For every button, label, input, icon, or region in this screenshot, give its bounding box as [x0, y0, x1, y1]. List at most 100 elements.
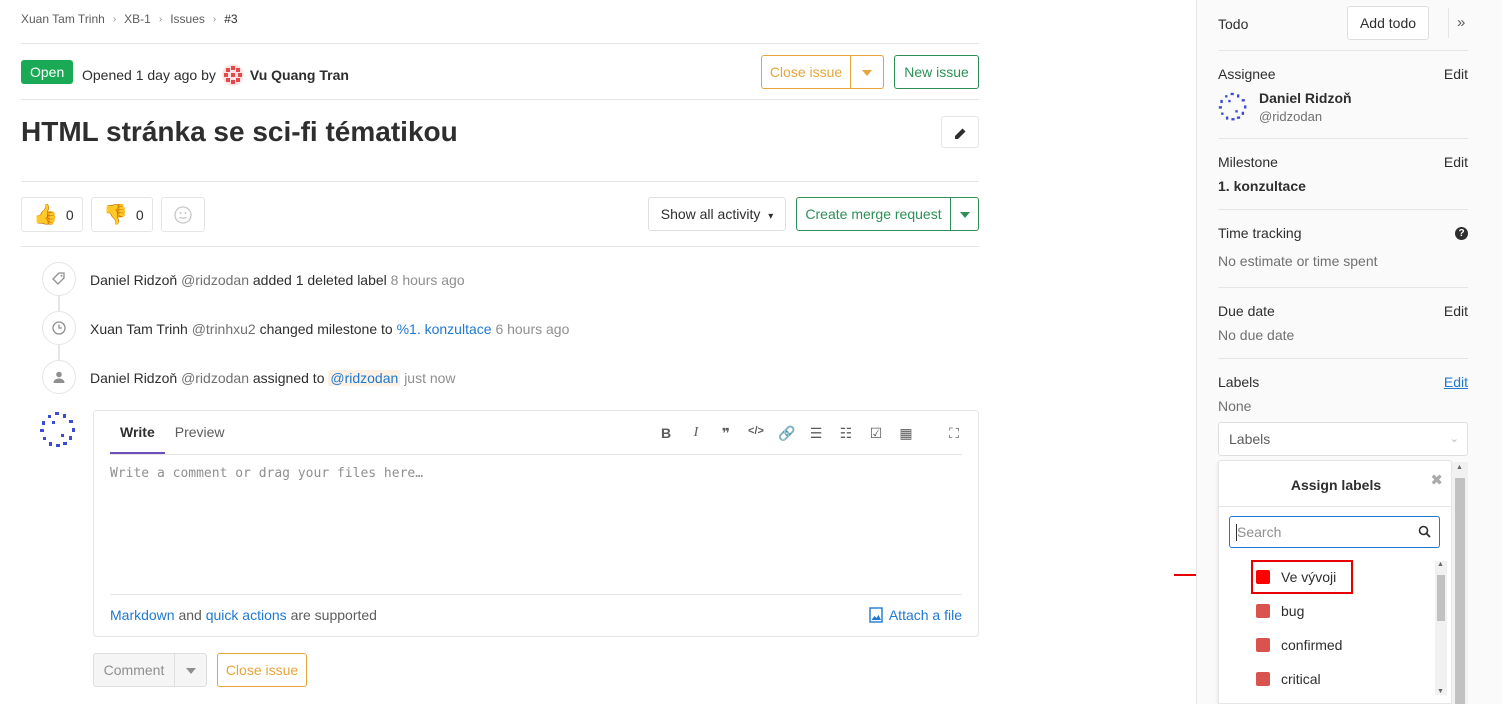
note-time[interactable]: just now	[404, 370, 455, 386]
scroll-down-icon[interactable]: ▼	[1437, 688, 1444, 695]
code-icon[interactable]: </>	[748, 425, 764, 442]
breadcrumb-current[interactable]: #3	[224, 12, 237, 26]
author-link[interactable]: Vu Quang Tran	[250, 67, 349, 83]
issue-sidebar: Todo Add todo » Assignee Edit Daniel Rid…	[1196, 0, 1502, 704]
label-option-critical[interactable]: critical	[1256, 671, 1321, 687]
note-handle: @ridzodan	[181, 272, 249, 288]
divider	[21, 43, 979, 44]
merge-request-dropdown-toggle[interactable]	[950, 197, 979, 231]
assignee-handle: @ridzodan	[1259, 109, 1323, 124]
labels-edit-link[interactable]: Edit	[1444, 374, 1468, 390]
thumbsup-award-button[interactable]: 👍 0	[21, 197, 83, 232]
timeline-note: Daniel Ridzoň @ridzodan assigned to @rid…	[90, 370, 456, 386]
scrollbar-thumb[interactable]	[1455, 478, 1465, 704]
label-name: bug	[1281, 603, 1305, 619]
smiley-icon	[174, 205, 192, 224]
breadcrumb-user[interactable]: Xuan Tam Trinh	[21, 12, 105, 26]
sidebar-scrollbar[interactable]: ▲	[1452, 462, 1468, 704]
label-option-bug[interactable]: bug	[1256, 603, 1304, 619]
search-icon	[1418, 525, 1431, 538]
divider	[21, 181, 979, 182]
chevron-right-icon: ›	[112, 13, 117, 25]
user-mention[interactable]: @ridzodan	[328, 370, 401, 386]
breadcrumb-project[interactable]: XB-1	[124, 12, 151, 26]
assignee-avatar[interactable]	[1218, 92, 1248, 122]
thumbsup-count: 0	[65, 206, 74, 223]
note-author[interactable]: Daniel Ridzoň	[90, 370, 177, 386]
task-list-icon[interactable]: ☑	[868, 425, 884, 442]
quick-actions-link[interactable]: quick actions	[206, 607, 287, 623]
note-time[interactable]: 8 hours ago	[391, 272, 465, 288]
edit-title-button[interactable]	[941, 116, 979, 148]
comment-tabs: Write Preview	[110, 411, 235, 454]
quote-icon[interactable]: ❞	[718, 425, 734, 442]
close-issue-dropdown-toggle[interactable]	[850, 55, 884, 89]
attach-file-button[interactable]: Attach a file	[869, 607, 962, 623]
scroll-up-icon[interactable]: ▲	[1437, 561, 1444, 568]
milestone-link[interactable]: %1. konzultace	[397, 321, 492, 337]
milestone-edit-link[interactable]: Edit	[1444, 154, 1468, 170]
tab-write[interactable]: Write	[110, 411, 165, 454]
italic-icon[interactable]: I	[688, 425, 704, 442]
label-swatch	[1256, 604, 1270, 618]
label-list-scrollbar[interactable]: ▲ ▼	[1435, 561, 1447, 695]
todo-title: Todo	[1218, 16, 1249, 32]
scrollbar-thumb[interactable]	[1437, 575, 1445, 621]
fullscreen-icon[interactable]: ⛶	[946, 425, 962, 442]
add-reaction-button[interactable]	[161, 197, 205, 232]
link-icon[interactable]: 🔗	[778, 425, 795, 442]
markdown-link[interactable]: Markdown	[110, 607, 175, 623]
numbered-list-icon[interactable]: ☷	[838, 425, 854, 442]
divider	[1218, 287, 1468, 288]
label-name: confirmed	[1281, 637, 1343, 653]
note-action: changed milestone to	[259, 321, 393, 337]
note-author[interactable]: Xuan Tam Trinh	[90, 321, 188, 337]
label-option-ve-vyvoji[interactable]: Ve vývoji	[1256, 569, 1336, 585]
label-option-confirmed[interactable]: confirmed	[1256, 637, 1342, 653]
divider	[21, 99, 979, 100]
comment-textarea[interactable]: Write a comment or drag your files here…	[110, 466, 423, 481]
add-todo-button[interactable]: Add todo	[1347, 6, 1429, 40]
bold-icon[interactable]: B	[658, 425, 674, 442]
create-merge-request-button[interactable]: Create merge request	[796, 197, 951, 231]
supported-text: are supported	[290, 607, 377, 623]
due-date-edit-link[interactable]: Edit	[1444, 303, 1468, 319]
label-search-input[interactable]: Search	[1229, 516, 1440, 548]
author-avatar[interactable]	[221, 64, 244, 86]
milestone-title: Milestone	[1218, 154, 1278, 170]
activity-filter-dropdown[interactable]: Show all activity ▾	[648, 197, 786, 231]
divider	[1448, 8, 1449, 38]
issue-title: HTML stránka se sci-fi tématikou	[21, 116, 458, 147]
pencil-icon	[955, 128, 966, 140]
thumbsup-icon: 👍	[33, 203, 58, 226]
comment-type-dropdown-toggle[interactable]	[174, 653, 207, 687]
close-issue-bottom-button[interactable]: Close issue	[217, 653, 307, 687]
assign-labels-menu: Assign labels ✖ Search Ve vývoji bug con…	[1218, 460, 1453, 704]
thumbsdown-award-button[interactable]: 👎 0	[91, 197, 153, 232]
labels-dropdown-toggle[interactable]: Labels ⌄	[1218, 422, 1468, 456]
note-action: assigned to	[252, 370, 325, 386]
due-date-title: Due date	[1218, 303, 1275, 319]
new-issue-button[interactable]: New issue	[894, 55, 979, 89]
note-time[interactable]: 6 hours ago	[495, 321, 569, 337]
help-icon[interactable]: ?	[1455, 227, 1468, 240]
close-issue-button[interactable]: Close issue	[761, 55, 851, 89]
breadcrumb-issues[interactable]: Issues	[170, 12, 205, 26]
close-icon[interactable]: ✖	[1430, 471, 1443, 489]
collapse-sidebar-icon[interactable]: »	[1457, 14, 1465, 31]
assignee-name[interactable]: Daniel Ridzoň	[1259, 90, 1352, 106]
due-date-value: No due date	[1218, 327, 1295, 343]
assignee-edit-link[interactable]: Edit	[1444, 66, 1468, 82]
divider	[21, 246, 979, 247]
scroll-up-icon[interactable]: ▲	[1456, 464, 1463, 471]
note-author[interactable]: Daniel Ridzoň	[90, 272, 177, 288]
milestone-value[interactable]: 1. konzultace	[1218, 178, 1306, 194]
bullet-list-icon[interactable]: ☰	[808, 425, 824, 442]
table-icon[interactable]: ▦	[898, 425, 914, 442]
tab-preview[interactable]: Preview	[165, 411, 235, 454]
divider	[1218, 358, 1468, 359]
note-handle: @ridzodan	[181, 370, 249, 386]
note-action: added 1 deleted label	[252, 272, 387, 288]
thumbsdown-count: 0	[135, 206, 144, 223]
comment-button[interactable]: Comment	[93, 653, 175, 687]
